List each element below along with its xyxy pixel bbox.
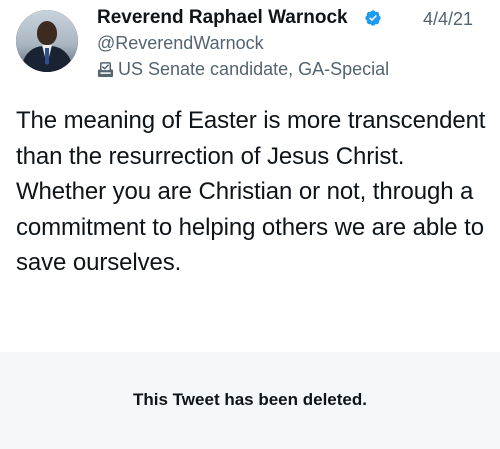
deleted-tweet-notice: This Tweet has been deleted. [0,352,500,449]
tweet-text: The meaning of Easter is more transcende… [16,107,486,276]
deleted-notice-text: This Tweet has been deleted. [133,390,367,409]
avatar-tie [45,48,49,64]
ballot-box-icon [97,62,114,78]
avatar[interactable] [16,10,78,72]
tweet-date[interactable]: 4/4/21 [423,8,473,30]
verified-badge-icon [365,10,381,26]
username-handle[interactable]: @ReverendWarnock [97,32,264,54]
account-label-text: US Senate candidate, GA-Special [118,59,390,79]
display-name[interactable]: Reverend Raphael Warnock [97,7,348,29]
avatar-head [37,21,57,45]
tweet-card: Reverend Raphael Warnock 4/4/21 @Reveren… [0,0,500,352]
